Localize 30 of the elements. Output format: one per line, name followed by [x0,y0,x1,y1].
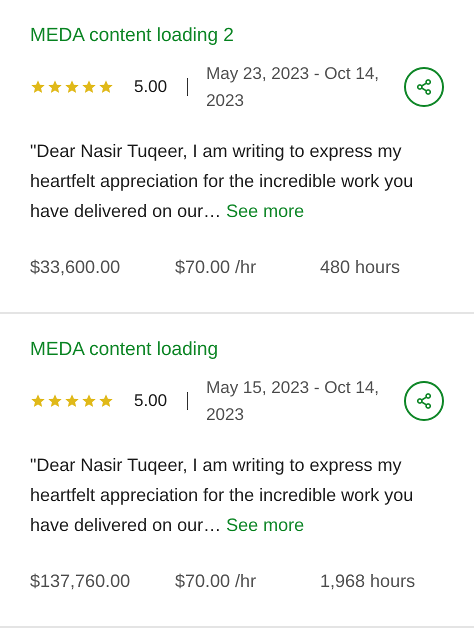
hourly-rate: $70.00 /hr [175,570,258,593]
feedback-text: "Dear Nasir Tuqeer, I am writing to express my heartfelt appreciation for the incredible work you have delivered on our… See more [30,140,414,223]
share-button[interactable] [404,381,444,421]
hourly-rate: $70.00 /hr [175,256,258,279]
hours-total: 480 hours [320,256,400,279]
star-icon [64,393,80,409]
date-range: May 15, 2023 - Oct 14, 2023 [206,377,380,426]
star-icon [47,393,63,409]
star-icon [30,393,46,409]
feedback-text: "Dear Nasir Tuqeer, I am writing to express my heartfelt appreciation for the incredible work you have delivered on our… See more [30,454,414,537]
earnings-amount: $33,600.00 [30,256,122,279]
star-icon [30,79,46,95]
contract-title[interactable]: MEDA content loading [30,336,444,364]
contract-title[interactable]: MEDA content loading 2 [30,22,444,50]
share-icon [414,391,434,411]
star-icon [98,393,114,409]
see-more-link[interactable]: See more [226,201,304,221]
star-icon [64,79,80,95]
date-range: May 23, 2023 - Oct 14, 2023 [206,63,380,112]
share-button[interactable] [404,67,444,107]
star-icon [81,79,97,95]
rating-score: 5.00 [134,391,168,411]
star-icon [47,79,63,95]
star-icon [81,393,97,409]
earnings-amount: $137,760.00 [30,570,132,593]
hours-total: 1,968 hours [320,570,416,593]
share-icon [414,77,434,97]
see-more-link[interactable]: See more [226,515,304,535]
rating-score: 5.00 [134,77,168,97]
star-icon [98,79,114,95]
